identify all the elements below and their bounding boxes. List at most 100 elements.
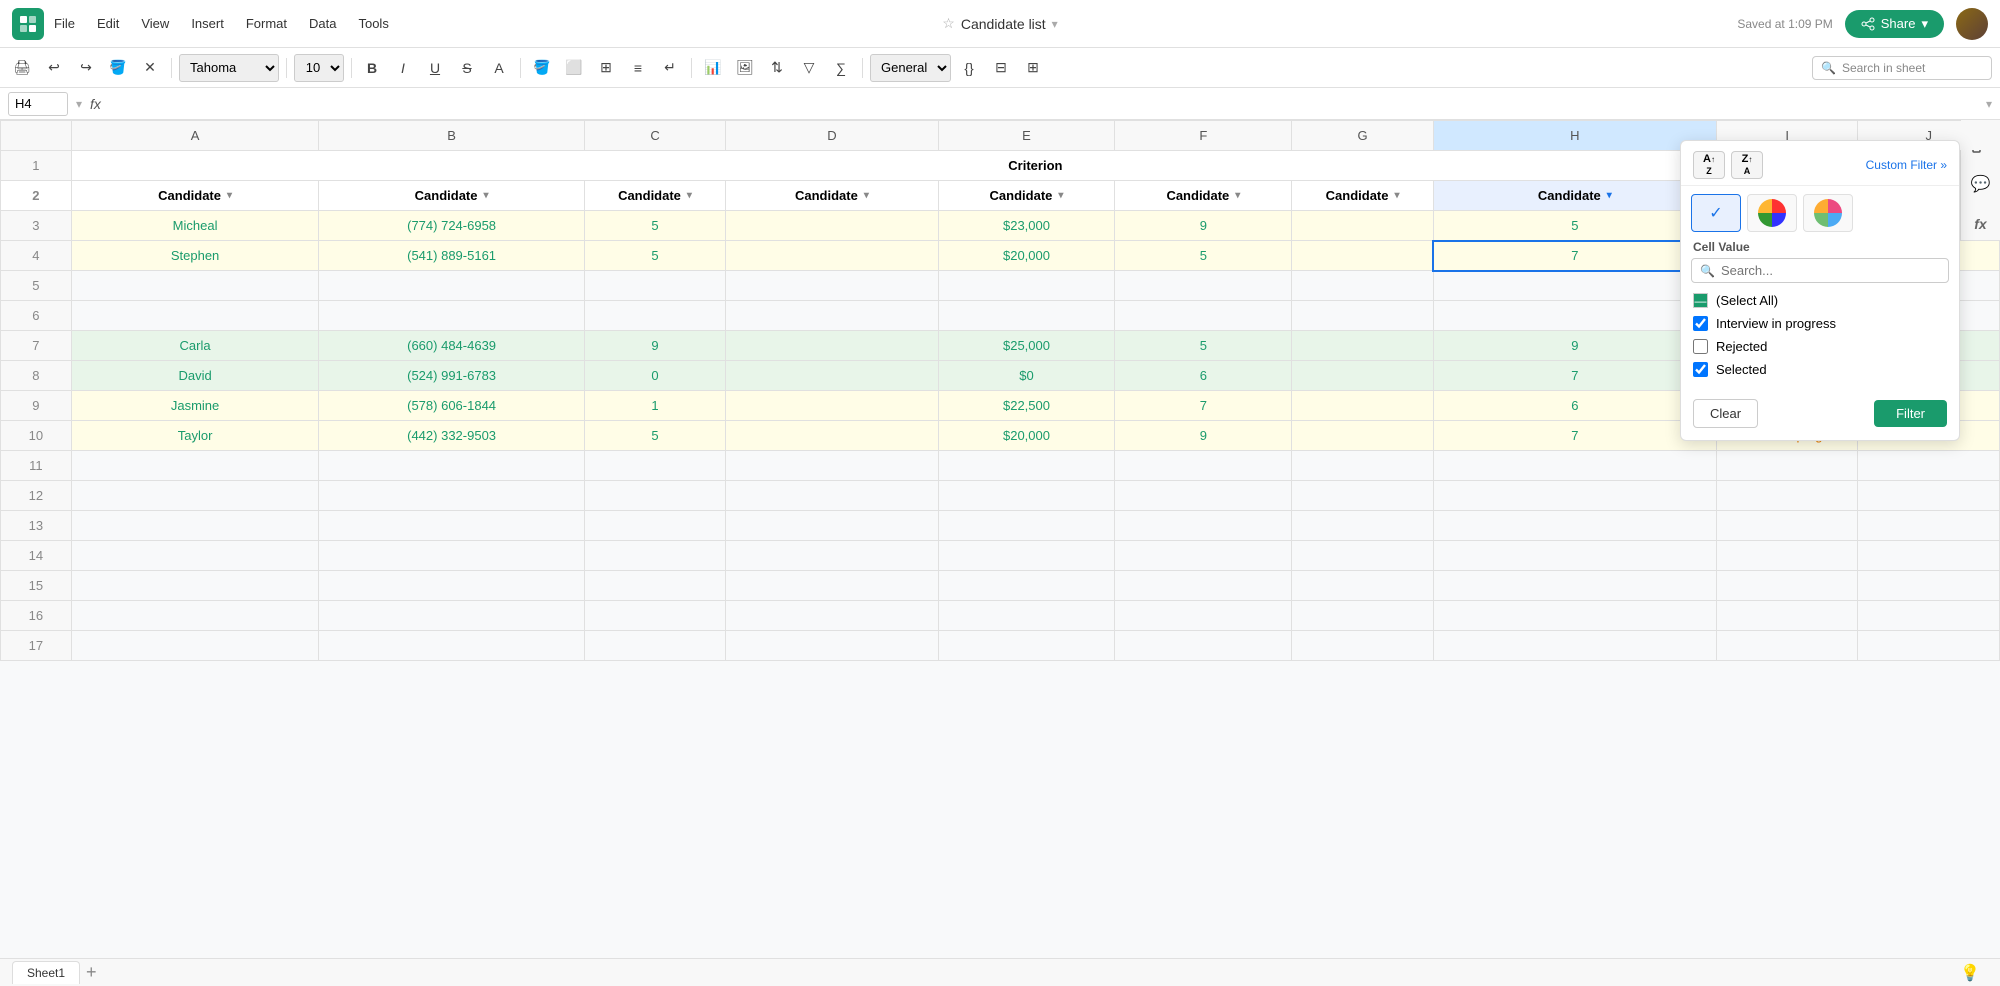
cell-b7[interactable]: (660) 484-4639 [319,331,584,361]
cell-h3[interactable]: 5 [1433,211,1716,241]
col-header-c[interactable]: C [584,121,726,151]
image-button[interactable]: 🖼 [731,54,759,82]
cell-e5[interactable] [938,271,1115,301]
cell-c7[interactable]: 9 [584,331,726,361]
strikethrough-button[interactable]: S [453,54,481,82]
menu-tools[interactable]: Tools [356,12,390,35]
chart-button[interactable]: 📊 [699,54,727,82]
filter-tab-color2[interactable] [1803,194,1853,232]
undo-button[interactable]: ↩ [40,54,68,82]
menu-view[interactable]: View [139,12,171,35]
borders-button[interactable]: ⬜ [560,54,588,82]
function-button[interactable]: ∑ [827,54,855,82]
cell-a9[interactable]: Jasmine [71,391,319,421]
search-box[interactable]: 🔍 Search in sheet [1812,56,1992,80]
cell-c10[interactable]: 5 [584,421,726,451]
cell-c9[interactable]: 1 [584,391,726,421]
cell-c3[interactable]: 5 [584,211,726,241]
cell-a6[interactable] [71,301,319,331]
merge-button[interactable]: ⊞ [592,54,620,82]
cell-b4[interactable]: (541) 889-5161 [319,241,584,271]
user-avatar[interactable] [1956,8,1988,40]
formula-mode-button[interactable]: {} [955,54,983,82]
cell-b5[interactable] [319,271,584,301]
cell-e6[interactable] [938,301,1115,331]
cell-d5[interactable] [726,271,938,301]
menu-file[interactable]: File [52,12,77,35]
cell-h6[interactable] [1433,301,1716,331]
cell-h7[interactable]: 9 [1433,331,1716,361]
col-header-e[interactable]: E [938,121,1115,151]
dropdown-e-icon[interactable]: ▾ [1058,190,1063,201]
cell-c4[interactable]: 5 [584,241,726,271]
dropdown-b-icon[interactable]: ▾ [483,190,488,201]
sort-asc-button[interactable]: A↑Z [1693,151,1725,179]
cell-d10[interactable] [726,421,938,451]
cell-h4[interactable]: 7 [1433,241,1716,271]
formula-input[interactable] [109,94,1978,113]
filter-option-rejected[interactable]: Rejected [1691,335,1949,358]
cell-reference-input[interactable] [8,92,68,116]
menu-insert[interactable]: Insert [189,12,226,35]
cell-f5[interactable] [1115,271,1292,301]
font-color-button[interactable]: A [485,54,513,82]
cell-c6[interactable] [584,301,726,331]
col-header-g[interactable]: G [1292,121,1434,151]
sort-asc-button[interactable]: ⇅ [763,54,791,82]
wrap-button[interactable]: ↵ [656,54,684,82]
cell-e4[interactable]: $20,000 [938,241,1115,271]
cell-a4[interactable]: Stephen [71,241,319,271]
sheet-tab[interactable]: Sheet1 [12,961,80,984]
cell-g4[interactable] [1292,241,1434,271]
filter-option-selected[interactable]: Selected [1691,358,1949,381]
font-family-select[interactable]: Tahoma [179,54,279,82]
menu-format[interactable]: Format [244,12,289,35]
filter-tab-color1[interactable] [1747,194,1797,232]
col-header-b[interactable]: B [319,121,584,151]
align-button[interactable]: ≡ [624,54,652,82]
format-paint-button[interactable]: 🪣 [104,54,132,82]
cell-a8[interactable]: David [71,361,319,391]
cell-b6[interactable] [319,301,584,331]
redo-button[interactable]: ↪ [72,54,100,82]
add-sheet-button[interactable]: + [86,962,97,983]
checkbox-rejected[interactable] [1693,339,1708,354]
cell-d6[interactable] [726,301,938,331]
font-size-select[interactable]: 10 [294,54,344,82]
cell-g8[interactable] [1292,361,1434,391]
custom-filter-link[interactable]: Custom Filter » [1866,158,1947,172]
cell-f7[interactable]: 5 [1115,331,1292,361]
dropdown-c-icon[interactable]: ▾ [687,190,692,201]
cell-f10[interactable]: 9 [1115,421,1292,451]
print-button[interactable]: 🖨 [8,54,36,82]
cell-g9[interactable] [1292,391,1434,421]
filter-search-box[interactable]: 🔍 [1691,258,1949,283]
cell-g10[interactable] [1292,421,1434,451]
cell-b3[interactable]: (774) 724-6958 [319,211,584,241]
cell-g6[interactable] [1292,301,1434,331]
cell-b8[interactable]: (524) 991-6783 [319,361,584,391]
checkbox-selected[interactable] [1693,362,1708,377]
cell-a10[interactable]: Taylor [71,421,319,451]
cell-c8[interactable]: 0 [584,361,726,391]
cell-b9[interactable]: (578) 606-1844 [319,391,584,421]
dropdown-d-icon[interactable]: ▾ [864,190,869,201]
row-stats-button[interactable]: ⊞ [1019,54,1047,82]
underline-button[interactable]: U [421,54,449,82]
dropdown-h-icon[interactable]: ▾ [1607,190,1612,201]
checkbox-interview[interactable] [1693,316,1708,331]
cell-d7[interactable] [726,331,938,361]
dropdown-a-icon[interactable]: ▾ [227,190,232,201]
title-arrow-icon[interactable]: ▾ [1052,17,1058,31]
sort-desc-button[interactable]: Z↑A [1731,151,1763,179]
col-header-a[interactable]: A [71,121,319,151]
cell-h5[interactable] [1433,271,1716,301]
cell-f6[interactable] [1115,301,1292,331]
filter-search-input[interactable] [1721,263,1940,278]
menu-edit[interactable]: Edit [95,12,121,35]
menu-data[interactable]: Data [307,12,338,35]
cell-a3[interactable]: Micheal [71,211,319,241]
panel-fx-icon[interactable]: fx [1965,208,1997,240]
dropdown-f-icon[interactable]: ▾ [1235,190,1240,201]
panel-comment-icon[interactable]: 💬 [1965,168,1997,200]
